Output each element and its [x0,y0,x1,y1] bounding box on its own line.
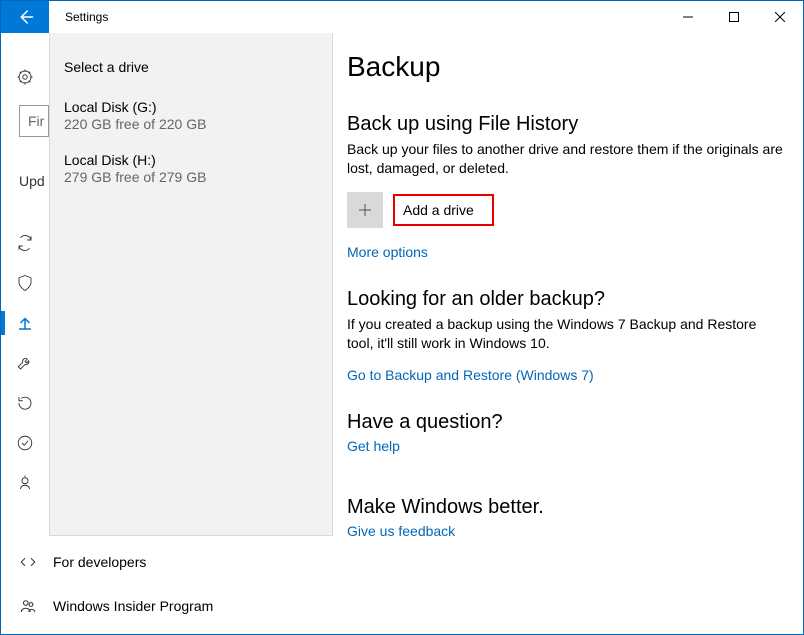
troubleshoot-icon[interactable] [1,343,49,383]
section-body: If you created a backup using the Window… [347,315,783,353]
maximize-button[interactable] [711,1,757,33]
main-content: Backup Back up using File History Back u… [347,51,783,634]
security-icon[interactable] [1,263,49,303]
window-title: Settings [49,1,108,33]
sidebar-item-developers[interactable]: For developers [19,553,146,571]
recovery-icon[interactable] [1,383,49,423]
section-question: Have a question? Get help [347,411,783,454]
section-title: Looking for an older backup? [347,288,783,311]
section-title: Make Windows better. [347,496,783,519]
add-drive-button[interactable] [347,192,383,228]
drive-name: Local Disk (G:) [64,99,318,115]
left-nav [1,33,49,634]
home-icon[interactable] [1,57,49,97]
insider-icon [19,597,37,615]
drive-name: Local Disk (H:) [64,152,318,168]
add-drive-label[interactable]: Add a drive [393,194,494,226]
add-drive-row: Add a drive [347,192,783,228]
section-title: Have a question? [347,411,783,434]
get-help-link[interactable]: Get help [347,438,783,454]
drive-option[interactable]: Local Disk (H:) 279 GB free of 279 GB [50,148,332,201]
drive-option[interactable]: Local Disk (G:) 220 GB free of 220 GB [50,95,332,148]
section-file-history: Back up using File History Back up your … [347,113,783,260]
activation-icon[interactable] [1,423,49,463]
sync-icon[interactable] [1,223,49,263]
arrow-left-icon [16,8,34,26]
plus-icon [356,201,374,219]
section-body: Back up your files to another drive and … [347,140,783,178]
flyout-title: Select a drive [50,59,332,95]
backup-restore-link[interactable]: Go to Backup and Restore (Windows 7) [347,367,783,383]
backup-icon[interactable] [1,303,49,343]
drive-free-space: 220 GB free of 220 GB [64,116,318,132]
back-button[interactable] [1,1,49,33]
section-older-backup: Looking for an older backup? If you crea… [347,288,783,383]
title-bar: Settings [1,1,803,33]
drive-free-space: 279 GB free of 279 GB [64,169,318,185]
window-controls [665,1,803,33]
more-options-link[interactable]: More options [347,244,783,260]
page-title: Backup [347,51,783,83]
section-title: Back up using File History [347,113,783,136]
feedback-link[interactable]: Give us feedback [347,523,783,539]
minimize-button[interactable] [665,1,711,33]
close-button[interactable] [757,1,803,33]
sidebar-item-insider[interactable]: Windows Insider Program [19,597,213,615]
section-better: Make Windows better. Give us feedback [347,496,783,539]
select-drive-flyout: Select a drive Local Disk (G:) 220 GB fr… [49,33,333,536]
developers-icon [19,553,37,571]
find-device-icon[interactable] [1,463,49,503]
